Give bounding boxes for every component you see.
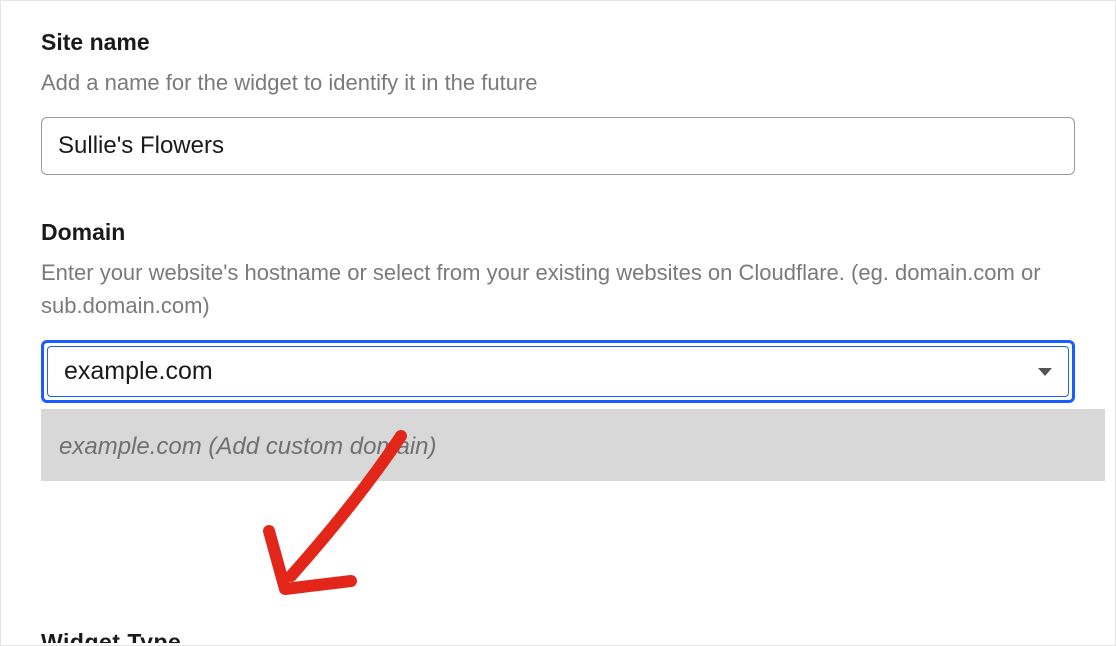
domain-help: Enter your website's hostname or select …	[41, 256, 1075, 322]
form-container: Site name Add a name for the widget to i…	[0, 0, 1116, 646]
domain-dropdown-option[interactable]: example.com (Add custom domain)	[59, 433, 1087, 461]
site-name-help: Add a name for the widget to identify it…	[41, 66, 1075, 99]
site-name-label: Site name	[41, 29, 1075, 56]
domain-select[interactable]: example.com	[41, 340, 1075, 403]
domain-group: Domain Enter your website's hostname or …	[41, 219, 1075, 403]
site-name-group: Site name Add a name for the widget to i…	[41, 29, 1075, 175]
domain-select-value: example.com	[64, 357, 213, 386]
chevron-down-icon	[1038, 368, 1052, 376]
domain-label: Domain	[41, 219, 1075, 246]
domain-dropdown-panel: example.com (Add custom domain)	[41, 409, 1105, 481]
widget-type-label-partial: Widget Type	[41, 629, 181, 643]
site-name-input[interactable]	[41, 117, 1075, 175]
